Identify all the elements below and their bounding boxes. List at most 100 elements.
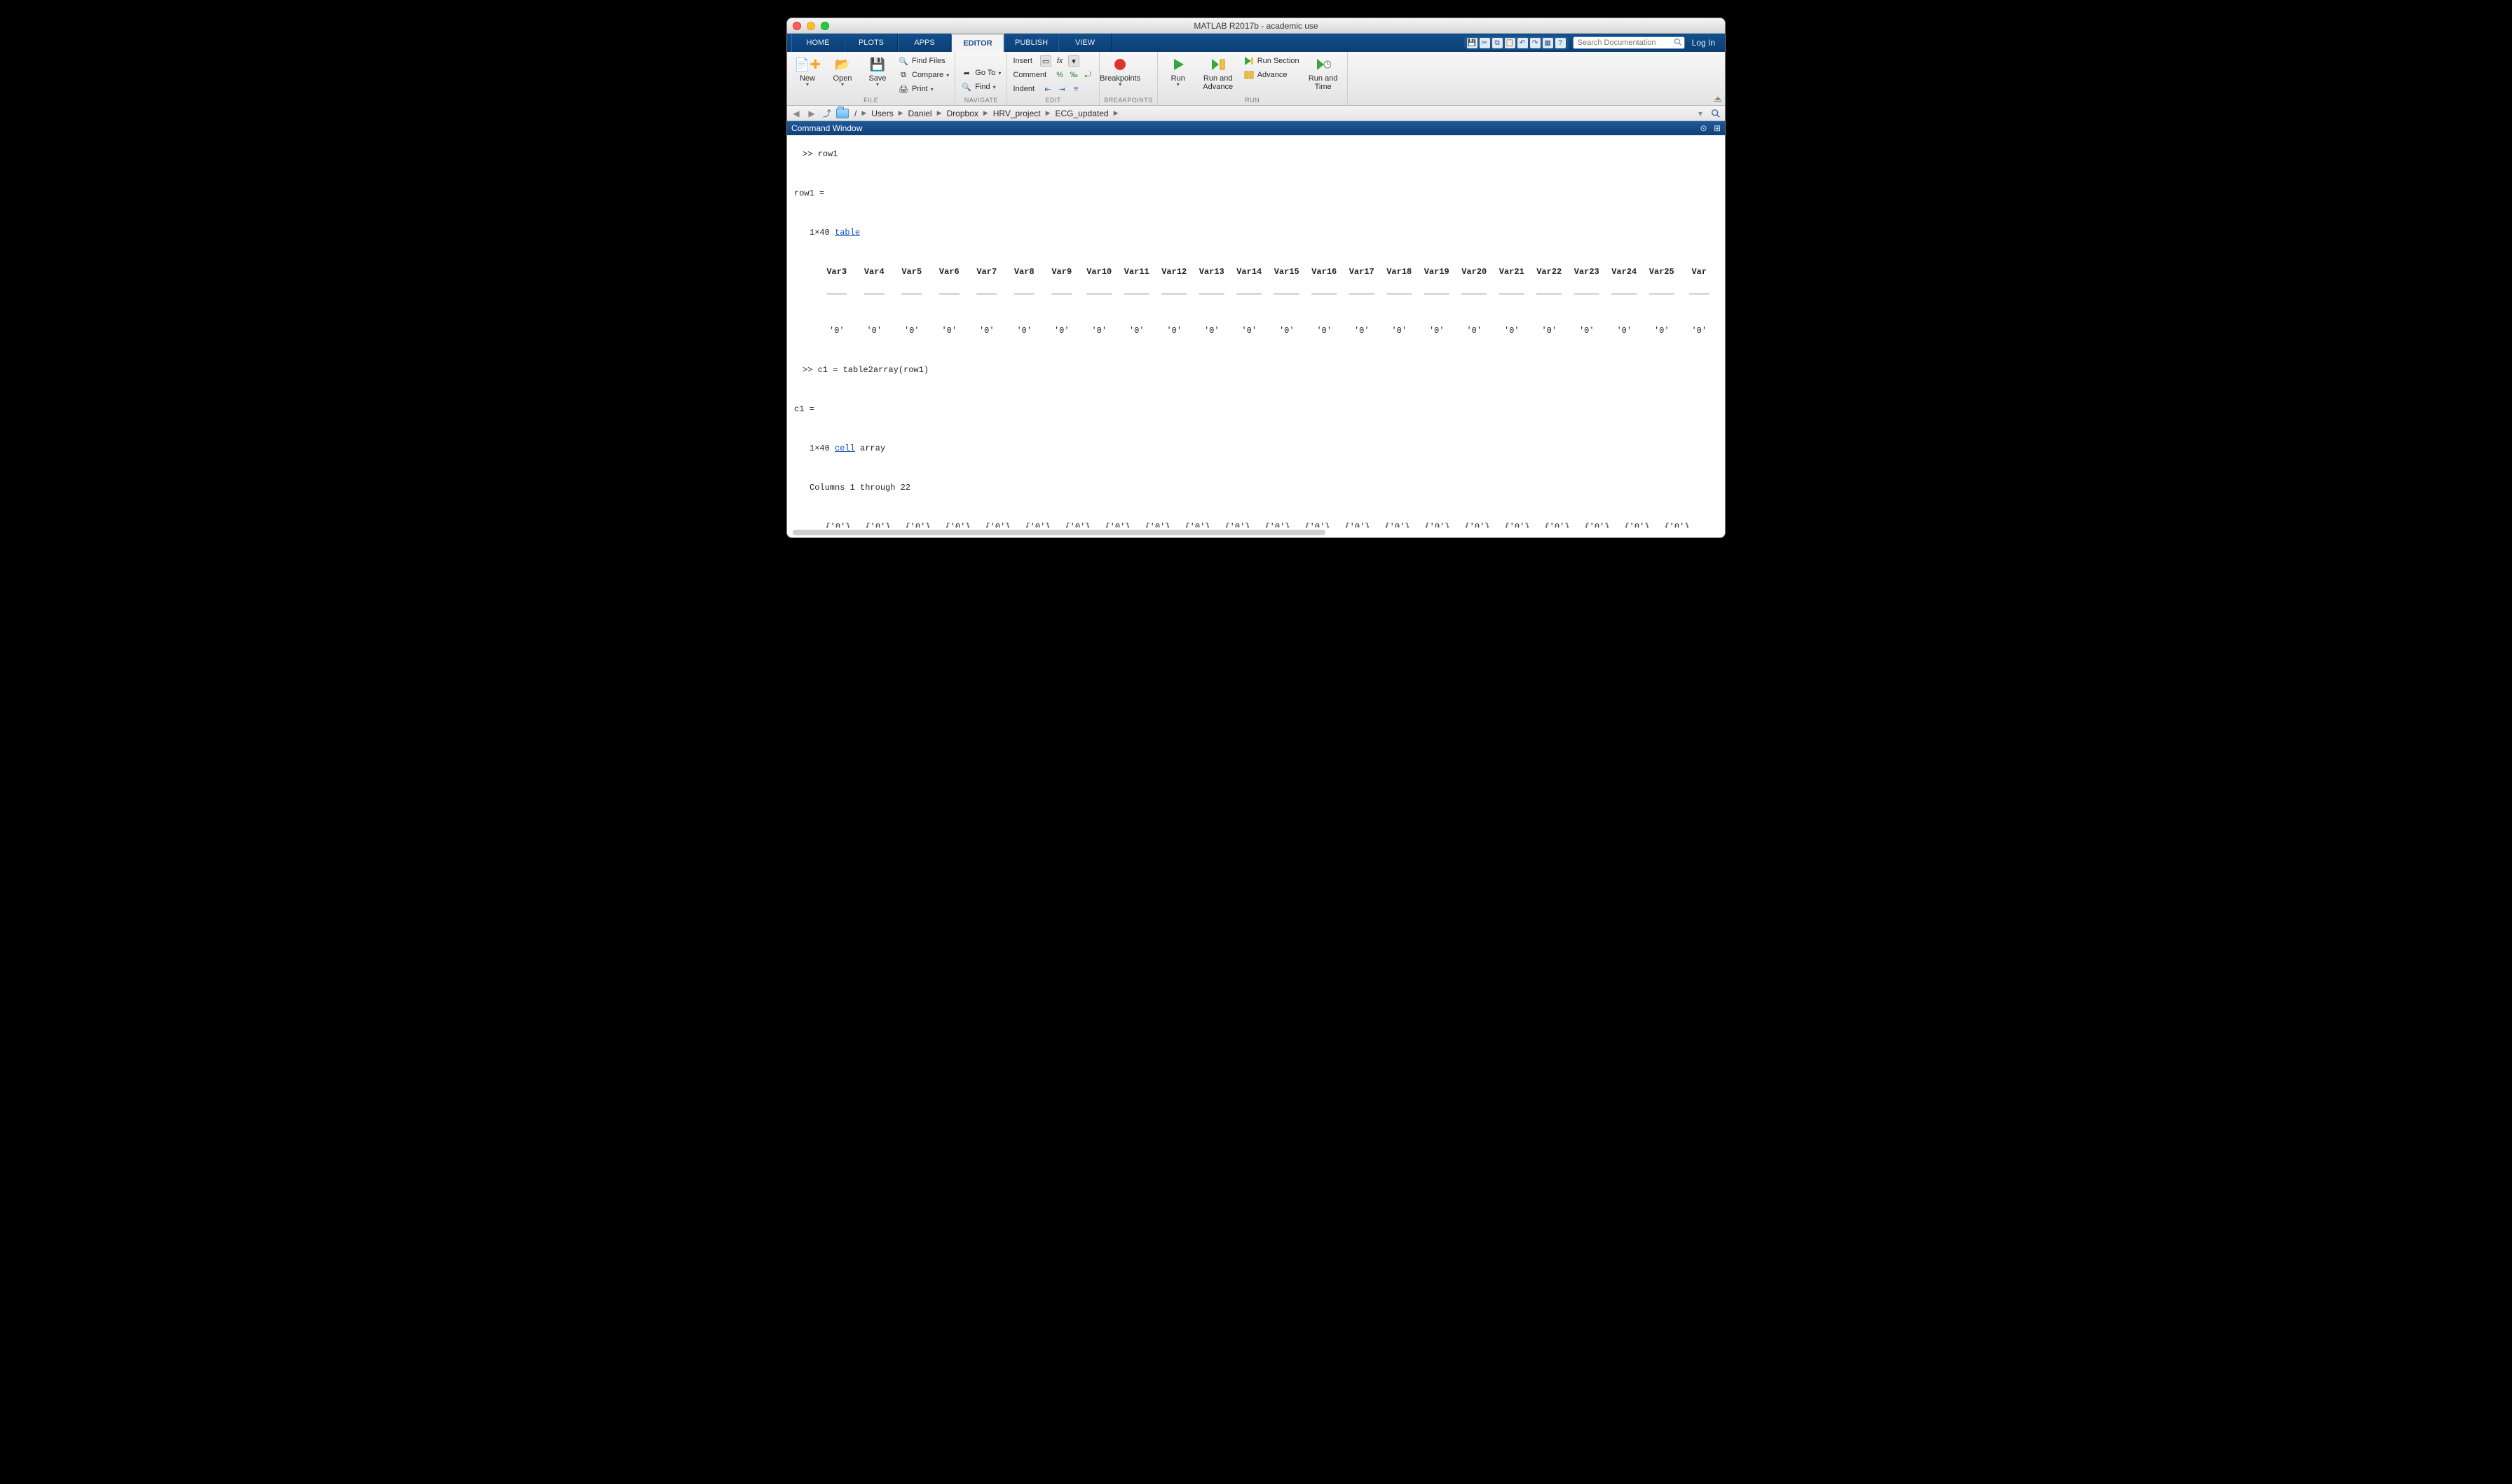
find-files-icon: 🔍	[898, 55, 909, 67]
chevron-right-icon[interactable]: ▶	[1045, 109, 1051, 117]
window-title: MATLAB R2017b - academic use	[787, 21, 1725, 31]
cell-link[interactable]: cell	[835, 444, 855, 453]
group-label-file: FILE	[791, 97, 950, 104]
login-link[interactable]: Log In	[1689, 38, 1718, 48]
find-button[interactable]: 🔍 Find ▾	[960, 81, 1002, 93]
indent-auto-icon: ≡	[1070, 83, 1081, 95]
comment-wrap-icon: ⤾	[1082, 69, 1093, 81]
breakpoints-button[interactable]: Breakpoints▾	[1104, 55, 1136, 88]
cut-icon[interactable]: ✂	[1480, 38, 1490, 48]
chevron-right-icon[interactable]: ▶	[936, 109, 943, 117]
close-icon[interactable]	[793, 22, 801, 30]
layout-icon[interactable]: ▦	[1543, 38, 1553, 48]
paste-icon[interactable]: 📋	[1505, 38, 1515, 48]
output-line: c1 =	[794, 404, 1718, 414]
open-button[interactable]: 📂 Open▾	[826, 55, 859, 88]
table-link[interactable]: table	[835, 228, 860, 238]
group-edit: Insert ▭ fx ▾ Comment % ‰ ⤾ Indent ⇤	[1007, 52, 1100, 105]
group-label-run: RUN	[1162, 97, 1343, 104]
insert-button[interactable]: Insert ▭ fx ▾	[1011, 55, 1095, 67]
command-window-tools: ⊙ ⊞	[1696, 123, 1721, 133]
up-folder-button[interactable]: ⤴	[821, 107, 833, 120]
tab-home[interactable]: HOME	[791, 34, 845, 52]
output-line: >> c1 = table2array(row1)	[794, 365, 1718, 375]
crumb-ecg[interactable]: ECG_updated	[1053, 108, 1112, 119]
toolstrip: 📄✚ New▾ 📂 Open▾ 💾 Save▾ 🔍 Find Files	[787, 52, 1725, 106]
copy-icon[interactable]: ⧉	[1492, 38, 1503, 48]
comment-add-icon: %	[1054, 69, 1065, 81]
comment-button[interactable]: Comment % ‰ ⤾	[1011, 69, 1095, 81]
tab-apps[interactable]: APPS	[898, 34, 951, 52]
run-button[interactable]: Run▾	[1162, 55, 1194, 88]
app-window: MATLAB R2017b - academic use HOME PLOTS …	[786, 18, 1726, 538]
tab-publish[interactable]: PUBLISH	[1004, 34, 1058, 52]
folder-icon	[836, 109, 849, 118]
forward-button[interactable]: ▶	[805, 107, 818, 120]
tab-view[interactable]: VIEW	[1058, 34, 1112, 52]
new-button[interactable]: 📄✚ New▾	[791, 55, 824, 88]
doc-search-input[interactable]	[1573, 36, 1685, 49]
browse-folder-button[interactable]	[836, 107, 849, 120]
save-button[interactable]: 💾 Save▾	[861, 55, 894, 88]
table-underline-row: ________________________________________…	[794, 287, 1718, 296]
run-and-advance-button[interactable]: Run and Advance	[1197, 55, 1239, 92]
help-icon[interactable]: ?	[1555, 38, 1566, 48]
horizontal-scrollbar-thumb[interactable]	[793, 530, 1325, 535]
goto-button[interactable]: ➦ Go To ▾	[960, 67, 1002, 79]
goto-icon: ➦	[961, 67, 972, 78]
group-run: Run▾ Run and Advance Run Section Advance	[1158, 52, 1348, 105]
panel-layout-button[interactable]: ⊞	[1714, 123, 1721, 133]
back-button[interactable]: ◀	[790, 107, 803, 120]
undo-icon[interactable]: ↶	[1517, 38, 1528, 48]
doc-search	[1573, 36, 1685, 49]
output-line: 1×40 cell array	[794, 444, 1718, 453]
chevron-right-icon[interactable]: ▶	[1113, 109, 1119, 117]
horizontal-scrollbar-track[interactable]	[787, 528, 1725, 537]
run-section-button[interactable]: Run Section	[1242, 55, 1301, 67]
save-icon[interactable]: 💾	[1467, 38, 1477, 48]
compare-icon: ⧉	[898, 69, 909, 81]
chevron-right-icon[interactable]: ▶	[898, 109, 904, 117]
current-folder-bar: ◀ ▶ ⤴ /▶ Users▶ Daniel▶ Dropbox▶ HRV_pro…	[787, 106, 1725, 121]
command-window-title: Command Window	[791, 123, 1696, 133]
path-dropdown-button[interactable]: ▾	[1694, 107, 1707, 120]
crumb-daniel[interactable]: Daniel	[906, 108, 935, 119]
tab-editor[interactable]: EDITOR	[951, 34, 1004, 52]
advance-button[interactable]: Advance	[1242, 69, 1301, 81]
insert-more-icon: ▾	[1068, 55, 1079, 67]
zoom-icon[interactable]	[821, 22, 829, 30]
search-icon[interactable]	[1674, 38, 1682, 46]
advance-icon	[1243, 69, 1255, 81]
crumb-root[interactable]: /	[852, 108, 859, 119]
command-window[interactable]: >> row1 row1 = 1×40 table Var3Var4Var5Va…	[787, 135, 1725, 528]
chevron-right-icon[interactable]: ▶	[861, 109, 867, 117]
crumb-dropbox[interactable]: Dropbox	[943, 108, 981, 119]
tab-plots[interactable]: PLOTS	[845, 34, 898, 52]
redo-icon[interactable]: ↷	[1530, 38, 1541, 48]
cell-row: {'0'}{'0'}{'0'}{'0'}{'0'}{'0'}{'0'}{'0'}…	[794, 522, 1718, 528]
print-icon: 🖨	[898, 83, 909, 95]
table-value-row: '0''0''0''0''0''0''0''0''0''0''0''0''0''…	[794, 326, 1718, 336]
minimize-icon[interactable]	[807, 22, 815, 30]
toolstrip-collapse-button[interactable]	[1714, 97, 1722, 104]
group-label-edit: EDIT	[1011, 97, 1095, 104]
crumb-users[interactable]: Users	[868, 108, 896, 119]
compare-button[interactable]: ⧉ Compare ▾	[896, 69, 950, 81]
print-button[interactable]: 🖨 Print ▾	[896, 83, 950, 95]
top-right-tools: 💾 ✂ ⧉ 📋 ↶ ↷ ▦ ? Log In	[1464, 34, 1725, 52]
crumb-hrv[interactable]: HRV_project	[990, 108, 1044, 119]
indent-button[interactable]: Indent ⇤ ⇥ ≡	[1011, 83, 1095, 95]
output-line: >> row1	[794, 149, 1718, 159]
path-search-button[interactable]	[1709, 107, 1722, 120]
table-header-row: Var3Var4Var5Var6Var7Var8Var9Var10Var11Va…	[794, 267, 1718, 277]
find-files-button[interactable]: 🔍 Find Files	[896, 55, 950, 67]
find-icon: 🔍	[961, 81, 972, 92]
run-and-time-button[interactable]: Run and Time	[1304, 55, 1343, 92]
indent-right-icon: ⇥	[1056, 83, 1067, 95]
panel-menu-button[interactable]: ⊙	[1700, 123, 1707, 133]
chevron-right-icon[interactable]: ▶	[983, 109, 989, 117]
output-line: 1×40 table	[794, 228, 1718, 238]
titlebar: MATLAB R2017b - academic use	[787, 18, 1725, 34]
insert-section-icon: ▭	[1040, 55, 1051, 67]
traffic-lights	[793, 22, 829, 30]
